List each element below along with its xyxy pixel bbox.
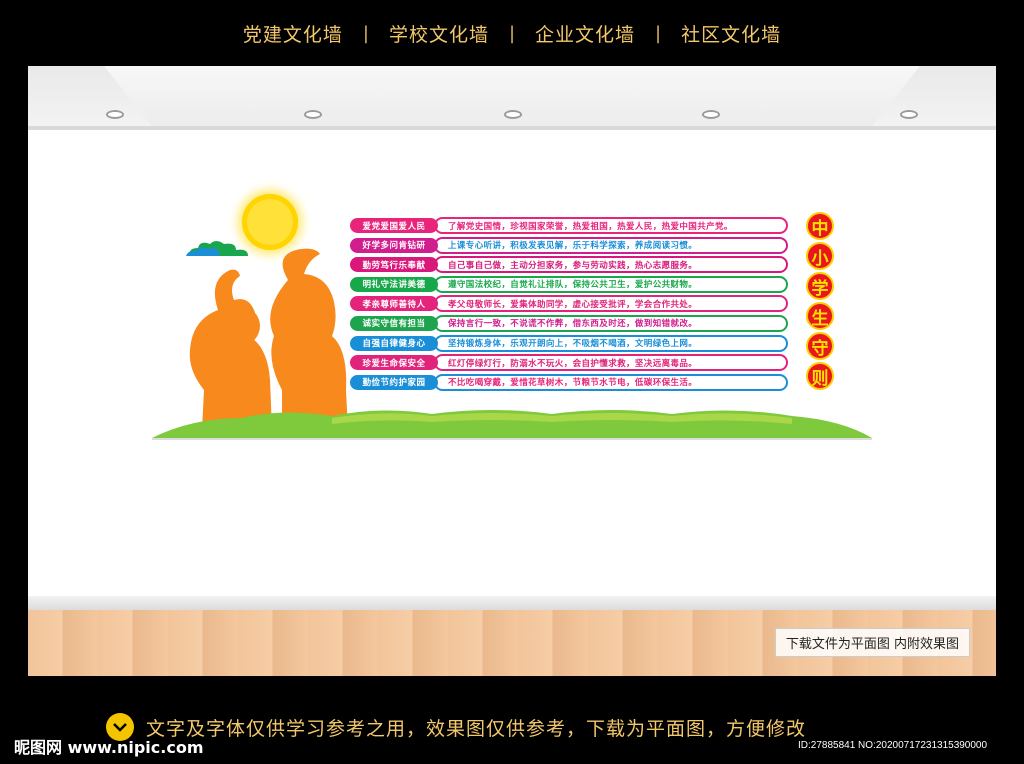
rule-label: 自强自律健身心 <box>350 335 438 351</box>
title-char: 生 <box>806 302 834 330</box>
rule-label: 勤俭节约护家园 <box>350 374 438 390</box>
rule-text: 孝父母敬师长，爱集体助同学，虚心接受批评，学会合作共处。 <box>434 295 788 313</box>
rule-text: 遵守国法校纪，自觉礼让排队，保持公共卫生，爱护公共财物。 <box>434 275 788 293</box>
nav-item-community-wall[interactable]: 社区文化墙 <box>661 20 801 47</box>
baseboard <box>28 596 996 610</box>
rule-row: 勤俭节约护家园 不比吃喝穿戴，爱惜花草树木，节粮节水节电，低碳环保生活。 <box>350 373 790 393</box>
title-char: 中 <box>806 212 834 240</box>
spotlight-icon <box>900 110 918 119</box>
spotlight-icon <box>504 110 522 119</box>
rule-row: 孝亲尊师善待人 孝父母敬师长，爱集体助同学，虚心接受批评，学会合作共处。 <box>350 294 790 314</box>
rule-label: 明礼守法讲美德 <box>350 276 438 292</box>
top-category-nav: 党建文化墙 | 学校文化墙 | 企业文化墙 | 社区文化墙 <box>0 0 1024 66</box>
nav-item-enterprise-wall[interactable]: 企业文化墙 <box>515 20 655 47</box>
rule-row: 爱党爱国爱人民 了解党史国情，珍视国家荣誉，热爱祖国，热爱人民，热爱中国共产党。 <box>350 216 790 236</box>
caption-text: 文字及字体仅供学习参考之用，效果图仅供参考，下载为平面图，方便修改 <box>146 717 807 740</box>
rule-row: 自强自律健身心 坚持锻炼身体，乐观开朗向上，不吸烟不喝酒，文明绿色上网。 <box>350 334 790 354</box>
rule-text: 保持言行一致，不说谎不作弊，借东西及时还，做到知错就改。 <box>434 314 788 332</box>
vertical-title: 中 小 学 生 守 则 <box>806 212 836 390</box>
room-scene-preview: 下载文件为平面图 内附效果图 爱党爱国爱人民 了解党史国情，珍视国家荣誉，热爱祖… <box>28 66 996 676</box>
rule-label: 诚实守信有担当 <box>350 315 438 331</box>
rule-label: 勤劳笃行乐奉献 <box>350 257 438 273</box>
title-char: 则 <box>806 362 834 390</box>
rule-text: 自己事自己做，主动分担家务，参与劳动实践，热心志愿服务。 <box>434 256 788 274</box>
bottom-caption: 文字及字体仅供学习参考之用，效果图仅供参考，下载为平面图，方便修改 <box>106 712 806 742</box>
rule-text: 上课专心听讲，积极发表见解，乐于科学探索，养成阅读习惯。 <box>434 236 788 254</box>
green-hill-icon <box>152 410 872 440</box>
nav-separator: | <box>508 22 516 44</box>
nav-item-party-wall[interactable]: 党建文化墙 <box>223 20 363 47</box>
watermark-logo: 昵图网 www.nipic.com <box>14 738 204 757</box>
spotlight-icon <box>304 110 322 119</box>
floor-note: 下载文件为平面图 内附效果图 <box>774 628 970 657</box>
rule-row: 诚实守信有担当 保持言行一致，不说谎不作弊，借东西及时还，做到知错就改。 <box>350 314 790 334</box>
rule-row: 勤劳笃行乐奉献 自己事自己做，主动分担家务，参与劳动实践，热心志愿服务。 <box>350 255 790 275</box>
rules-list: 爱党爱国爱人民 了解党史国情，珍视国家荣誉，热爱祖国，热爱人民，热爱中国共产党。… <box>350 216 790 392</box>
spotlight-icon <box>106 110 124 119</box>
rule-row: 明礼守法讲美德 遵守国法校纪，自觉礼让排队，保持公共卫生，爱护公共财物。 <box>350 275 790 295</box>
rule-text: 红灯停绿灯行，防溺水不玩火，会自护懂求救，坚决远离毒品。 <box>434 354 788 372</box>
nav-item-school-wall[interactable]: 学校文化墙 <box>369 20 509 47</box>
title-char: 守 <box>806 332 834 360</box>
rule-label: 爱党爱国爱人民 <box>350 218 438 233</box>
rule-text: 坚持锻炼身体，乐观开朗向上，不吸烟不喝酒，文明绿色上网。 <box>434 334 788 352</box>
title-char: 学 <box>806 272 834 300</box>
rule-text: 不比吃喝穿戴，爱惜花草树木，节粮节水节电，低碳环保生活。 <box>434 373 788 391</box>
rule-row: 珍爱生命保安全 红灯停绿灯行，防溺水不玩火，会自护懂求救，坚决远离毒品。 <box>350 353 790 373</box>
rule-row: 好学多问肯钻研 上课专心听讲，积极发表见解，乐于科学探索，养成阅读习惯。 <box>350 236 790 256</box>
rule-label: 珍爱生命保安全 <box>350 355 438 371</box>
watermark-id: ID:27885841 NO:20200717231315390000 <box>798 740 988 751</box>
rule-text: 了解党史国情，珍视国家荣誉，热爱祖国，热爱人民，热爱中国共产党。 <box>434 217 788 234</box>
rule-label: 好学多问肯钻研 <box>350 237 438 253</box>
spotlight-icon <box>702 110 720 119</box>
nav-separator: | <box>655 22 662 44</box>
nav-separator: | <box>362 22 369 44</box>
title-char: 小 <box>806 242 834 270</box>
rule-label: 孝亲尊师善待人 <box>350 296 438 312</box>
